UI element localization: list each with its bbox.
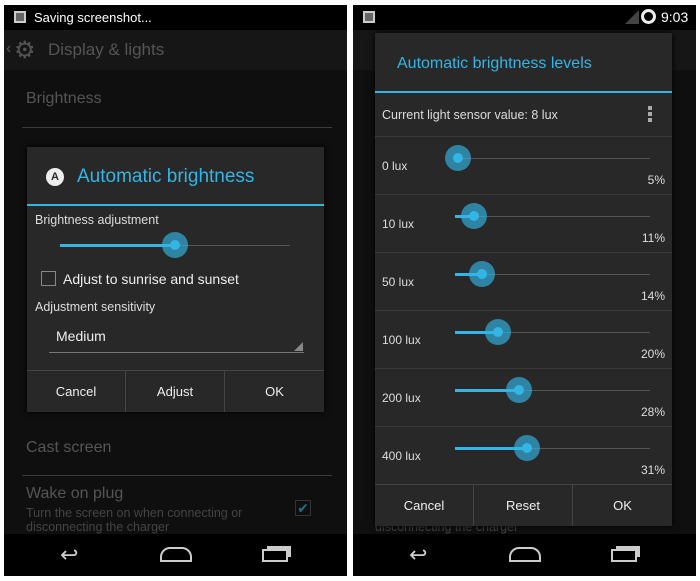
nav-bar: ↩	[353, 534, 696, 576]
status-bar: Saving screenshot...	[4, 5, 347, 30]
screenshot-icon	[363, 11, 375, 23]
level-percent: 28%	[640, 405, 665, 419]
sensitivity-value: Medium	[56, 328, 106, 344]
wake-checkbox[interactable]: ✔	[295, 500, 311, 516]
action-bar[interactable]: ‹ ⚙ Display & lights	[4, 30, 347, 70]
level-slider-thumb[interactable]	[461, 203, 488, 229]
level-percent: 31%	[640, 463, 665, 477]
level-label: 0 lux	[382, 159, 408, 173]
gear-icon: ⚙	[14, 37, 36, 64]
level-slider-thumb[interactable]	[445, 145, 472, 171]
level-label: 200 lux	[382, 391, 421, 405]
level-slider-thumb[interactable]	[506, 377, 533, 403]
level-row: 200 lux 28%	[375, 368, 672, 426]
setting-brightness[interactable]: Brightness	[26, 90, 102, 108]
cancel-button[interactable]: Cancel	[27, 370, 126, 412]
level-percent: 14%	[640, 289, 665, 303]
home-icon[interactable]	[509, 547, 541, 562]
setting-cast-screen[interactable]: Cast screen	[26, 439, 111, 457]
left-screen: Saving screenshot... ‹ ⚙ Display & light…	[4, 5, 347, 576]
level-percent: 11%	[641, 231, 665, 245]
level-slider-thumb[interactable]	[469, 261, 496, 287]
brightness-slider-fill	[60, 244, 175, 247]
level-row: 50 lux 14%	[375, 252, 672, 310]
spinner-corner-icon	[294, 342, 303, 351]
level-row: 400 lux 31%	[375, 426, 672, 484]
status-text: Saving screenshot...	[34, 10, 152, 25]
recents-icon[interactable]	[262, 549, 288, 562]
sensitivity-spinner[interactable]: Medium	[49, 325, 304, 353]
clock: 9:03	[661, 9, 689, 25]
ok-button[interactable]: OK	[573, 484, 672, 526]
level-slider-thumb[interactable]	[485, 319, 512, 345]
automatic-brightness-dialog: A Automatic brightness Brightness adjust…	[27, 147, 324, 412]
right-screen: 9:03 disconnecting the charger Automatic…	[353, 5, 696, 576]
sunrise-checkbox[interactable]	[41, 271, 56, 286]
brightness-slider-thumb[interactable]	[162, 232, 188, 258]
back-icon[interactable]: ↩	[60, 542, 78, 568]
setting-wake-on-plug[interactable]: Wake on plug	[26, 485, 123, 503]
sunrise-checkbox-label[interactable]: Adjust to sunrise and sunset	[63, 271, 239, 287]
auto-brightness-icon: A	[46, 168, 64, 186]
dialog-title: Automatic brightness	[77, 166, 255, 187]
wake-subtitle: Turn the screen on when connecting or	[26, 506, 243, 520]
screenshot-icon	[14, 11, 26, 23]
sensitivity-label: Adjustment sensitivity	[35, 300, 156, 314]
recents-icon[interactable]	[611, 549, 637, 562]
brightness-levels-dialog: Automatic brightness levels Current ligh…	[375, 33, 672, 526]
home-icon[interactable]	[160, 547, 192, 562]
level-percent: 5%	[647, 173, 665, 187]
level-row: 100 lux 20%	[375, 310, 672, 368]
brightness-adjustment-label: Brightness adjustment	[35, 213, 159, 227]
back-icon[interactable]: ↩	[409, 542, 427, 568]
wake-subtitle-2: disconnecting the charger	[26, 520, 170, 534]
more-options-icon[interactable]	[648, 106, 652, 122]
adjust-button[interactable]: Adjust	[126, 370, 225, 412]
level-label: 100 lux	[382, 333, 421, 347]
level-label: 400 lux	[382, 449, 421, 463]
signal-icon	[625, 10, 639, 24]
dialog-title: Automatic brightness levels	[397, 55, 592, 72]
reset-button[interactable]: Reset	[474, 484, 573, 526]
status-bar: 9:03	[353, 5, 696, 30]
back-chevron-icon[interactable]: ‹	[6, 40, 11, 58]
ok-button[interactable]: OK	[225, 370, 324, 412]
cancel-button[interactable]: Cancel	[375, 484, 474, 526]
sync-icon	[641, 9, 656, 24]
level-row: 0 lux 5%	[375, 136, 672, 194]
action-title: Display & lights	[48, 40, 165, 59]
level-percent: 20%	[640, 347, 665, 361]
nav-bar: ↩	[4, 534, 347, 576]
level-row: 10 lux 11%	[375, 194, 672, 252]
sensor-value-text: Current light sensor value: 8 lux	[382, 108, 558, 122]
level-label: 10 lux	[382, 217, 415, 231]
level-label: 50 lux	[382, 275, 415, 289]
level-slider-thumb[interactable]	[514, 435, 541, 461]
